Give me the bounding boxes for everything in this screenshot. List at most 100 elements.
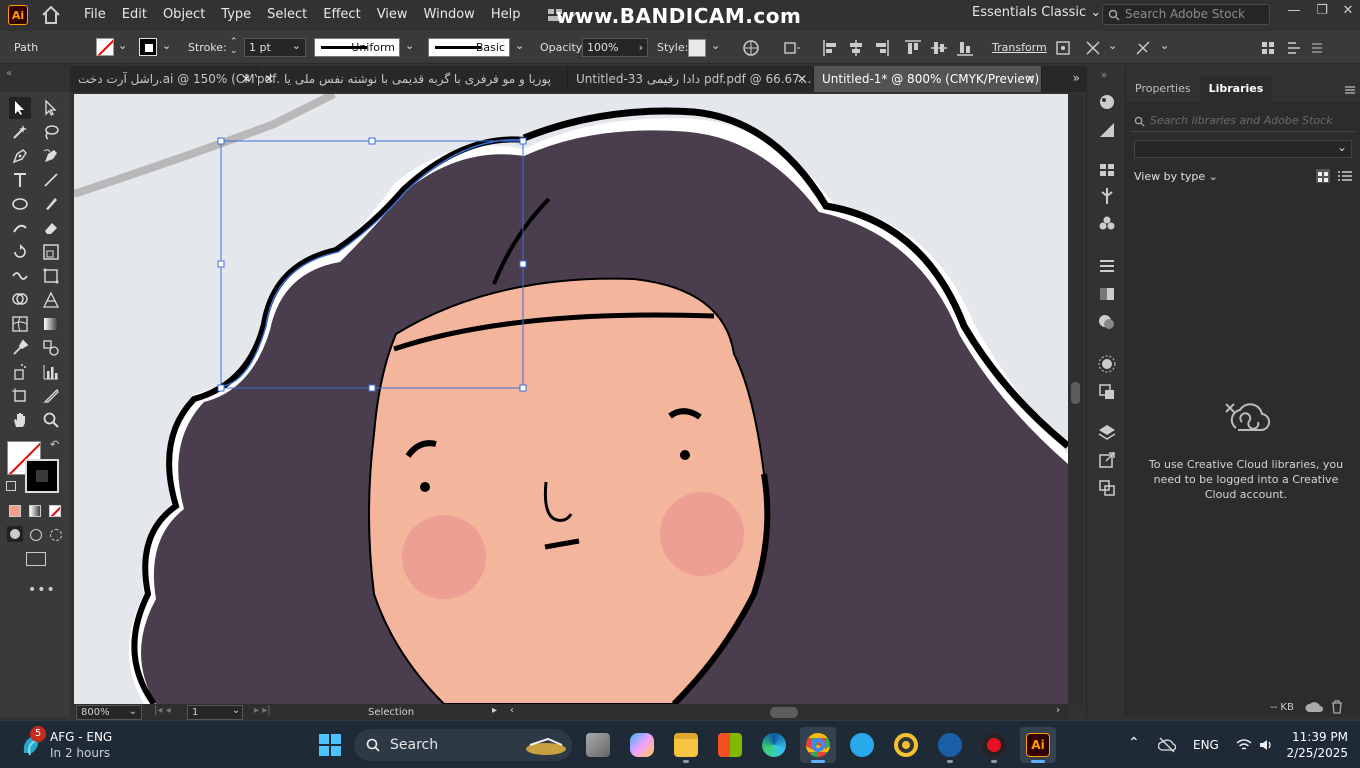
color-guide-icon[interactable]	[1097, 92, 1117, 112]
opacity-field[interactable]: 100% ›	[582, 38, 648, 57]
close-icon[interactable]: ✕	[241, 66, 251, 92]
align-middle-icon[interactable]	[930, 39, 948, 57]
appearance-icon[interactable]	[1097, 354, 1117, 374]
stroke-weight-field[interactable]: 1 pt ⌄	[244, 38, 306, 57]
chevron-up-icon[interactable]: ⌃	[1128, 735, 1140, 751]
column-graph-tool-icon[interactable]	[40, 361, 62, 383]
v2ray-button[interactable]	[932, 727, 968, 763]
swap-fill-stroke-icon[interactable]: ↶	[50, 438, 59, 451]
microsoft-store-button[interactable]	[712, 727, 748, 763]
rotate-tool-icon[interactable]	[9, 241, 31, 263]
export-icon[interactable]	[1097, 450, 1117, 470]
menu-help[interactable]: Help	[483, 0, 529, 30]
horizontal-scroll-thumb[interactable]	[770, 707, 798, 718]
tab-document-2[interactable]: پوریا و مو فرفری با گربه قدیمی با نوشته …	[258, 66, 568, 92]
library-select[interactable]: ⌄	[1134, 140, 1352, 158]
chevron-down-icon[interactable]: ⌄	[515, 39, 524, 52]
search-adobe-stock-input[interactable]: Search Adobe Stock	[1102, 4, 1270, 25]
brush-definition[interactable]: Basic	[428, 38, 510, 57]
scroll-right-icon[interactable]: ›	[1056, 705, 1060, 716]
color-mode-icon[interactable]	[9, 505, 21, 517]
align-right-icon[interactable]	[874, 39, 890, 57]
align-to-icon[interactable]	[782, 39, 802, 57]
align-left-icon[interactable]	[822, 39, 838, 57]
chevron-down-icon[interactable]: ⌄	[711, 39, 720, 52]
lasso-tool-icon[interactable]	[40, 121, 62, 143]
tab-properties[interactable]: Properties	[1126, 76, 1200, 102]
close-icon[interactable]: ✕	[797, 66, 807, 92]
task-view-button[interactable]	[580, 727, 616, 763]
scale-tool-icon[interactable]	[40, 241, 62, 263]
collapse-icon[interactable]: »	[1101, 70, 1107, 81]
close-icon[interactable]: ✕	[264, 66, 274, 92]
menu-object[interactable]: Object	[155, 0, 213, 30]
vertical-scroll-thumb[interactable]	[1071, 382, 1080, 404]
shaper-tool-icon[interactable]	[9, 217, 31, 239]
menu-type[interactable]: Type	[213, 0, 259, 30]
tab-document-active[interactable]: Untitled-1* @ 800% (CMYK/Preview) ✕	[814, 66, 1042, 92]
zoom-field[interactable]: 800% ⌄	[76, 705, 142, 720]
stroke-stepper-icon[interactable]: ⌃ ⌄	[230, 38, 238, 56]
vertical-scrollbar[interactable]	[1068, 94, 1083, 704]
illustrator-button[interactable]: Ai	[1020, 727, 1056, 763]
panel-grid-icon[interactable]	[1260, 39, 1276, 57]
hand-tool-icon[interactable]	[9, 409, 31, 431]
chevron-right-icon[interactable]: ▸	[492, 705, 497, 716]
free-transform-tool-icon[interactable]	[40, 265, 62, 287]
chevron-down-icon[interactable]: ⌄	[1160, 39, 1169, 52]
home-icon[interactable]	[40, 4, 62, 26]
swatches-icon[interactable]	[1097, 160, 1117, 180]
menu-effect[interactable]: Effect	[315, 0, 368, 30]
chevron-down-icon[interactable]: ⌄	[232, 705, 240, 716]
panel-menu-icon[interactable]	[1310, 39, 1324, 57]
chevron-down-icon[interactable]: ⌄	[118, 39, 127, 52]
draw-inside-icon[interactable]	[50, 529, 62, 541]
type-tool-icon[interactable]	[9, 169, 31, 191]
bandicam-button[interactable]	[976, 727, 1012, 763]
close-icon[interactable]: ✕	[1338, 3, 1358, 23]
yellow-app-button[interactable]	[888, 727, 924, 763]
clock[interactable]: 11:39 PM 2/25/2025	[1286, 729, 1348, 761]
collapse-icon[interactable]: «	[6, 68, 12, 79]
start-button[interactable]	[312, 727, 348, 763]
canvas[interactable]	[74, 94, 1068, 704]
chrome-button[interactable]	[800, 727, 836, 763]
symbol-sprayer-tool-icon[interactable]	[9, 361, 31, 383]
workspace-switcher[interactable]: Essentials Classic ⌄	[972, 5, 1101, 20]
shape-builder-tool-icon[interactable]	[9, 289, 31, 311]
ellipse-tool-icon[interactable]	[9, 193, 31, 215]
line-segment-tool-icon[interactable]	[40, 169, 62, 191]
artboard-tool-icon[interactable]	[9, 385, 31, 407]
language-indicator[interactable]: ENG	[1193, 738, 1219, 752]
chevron-down-icon[interactable]: ⌄	[1108, 39, 1117, 52]
magic-wand-tool-icon[interactable]	[9, 121, 31, 143]
telegram-button[interactable]	[844, 727, 880, 763]
panel-menu-icon[interactable]	[1344, 84, 1356, 96]
chevron-down-icon[interactable]: ⌄	[405, 39, 414, 52]
artboards-icon[interactable]	[1097, 478, 1117, 498]
eraser-tool-icon[interactable]	[40, 217, 62, 239]
tab-libraries[interactable]: Libraries	[1199, 76, 1273, 102]
file-explorer-button[interactable]	[668, 727, 704, 763]
layers-icon[interactable]	[1097, 422, 1117, 442]
blend-tool-icon[interactable]	[40, 337, 62, 359]
transform-link[interactable]: Transform	[992, 41, 1047, 54]
cloud-sync-icon[interactable]	[1304, 700, 1324, 714]
scroll-left-icon[interactable]: ‹	[510, 705, 514, 716]
curvature-tool-icon[interactable]	[40, 145, 62, 167]
libraries-search-input[interactable]: Search libraries and Adobe Stock	[1130, 110, 1356, 132]
none-mode-icon[interactable]	[49, 505, 61, 517]
brushes-icon[interactable]	[1097, 186, 1117, 206]
first-artboard-icon[interactable]: |◂ ◂	[154, 705, 171, 716]
tab-document-1[interactable]: راشل آرت دخت.ai @ 150% (CMY...✕	[70, 66, 258, 92]
graphic-style-swatch[interactable]	[688, 39, 706, 57]
pen-tool-icon[interactable]	[9, 145, 31, 167]
restore-icon[interactable]: ❐	[1312, 3, 1332, 23]
view-by-dropdown[interactable]: View by type ⌄	[1134, 170, 1218, 183]
recolor-artwork-icon[interactable]	[742, 39, 760, 57]
menu-file[interactable]: File	[76, 0, 114, 30]
edge-button[interactable]	[756, 727, 792, 763]
list-view-icon[interactable]	[1338, 170, 1352, 182]
menu-view[interactable]: View	[369, 0, 416, 30]
zoom-tool-icon[interactable]	[40, 409, 62, 431]
